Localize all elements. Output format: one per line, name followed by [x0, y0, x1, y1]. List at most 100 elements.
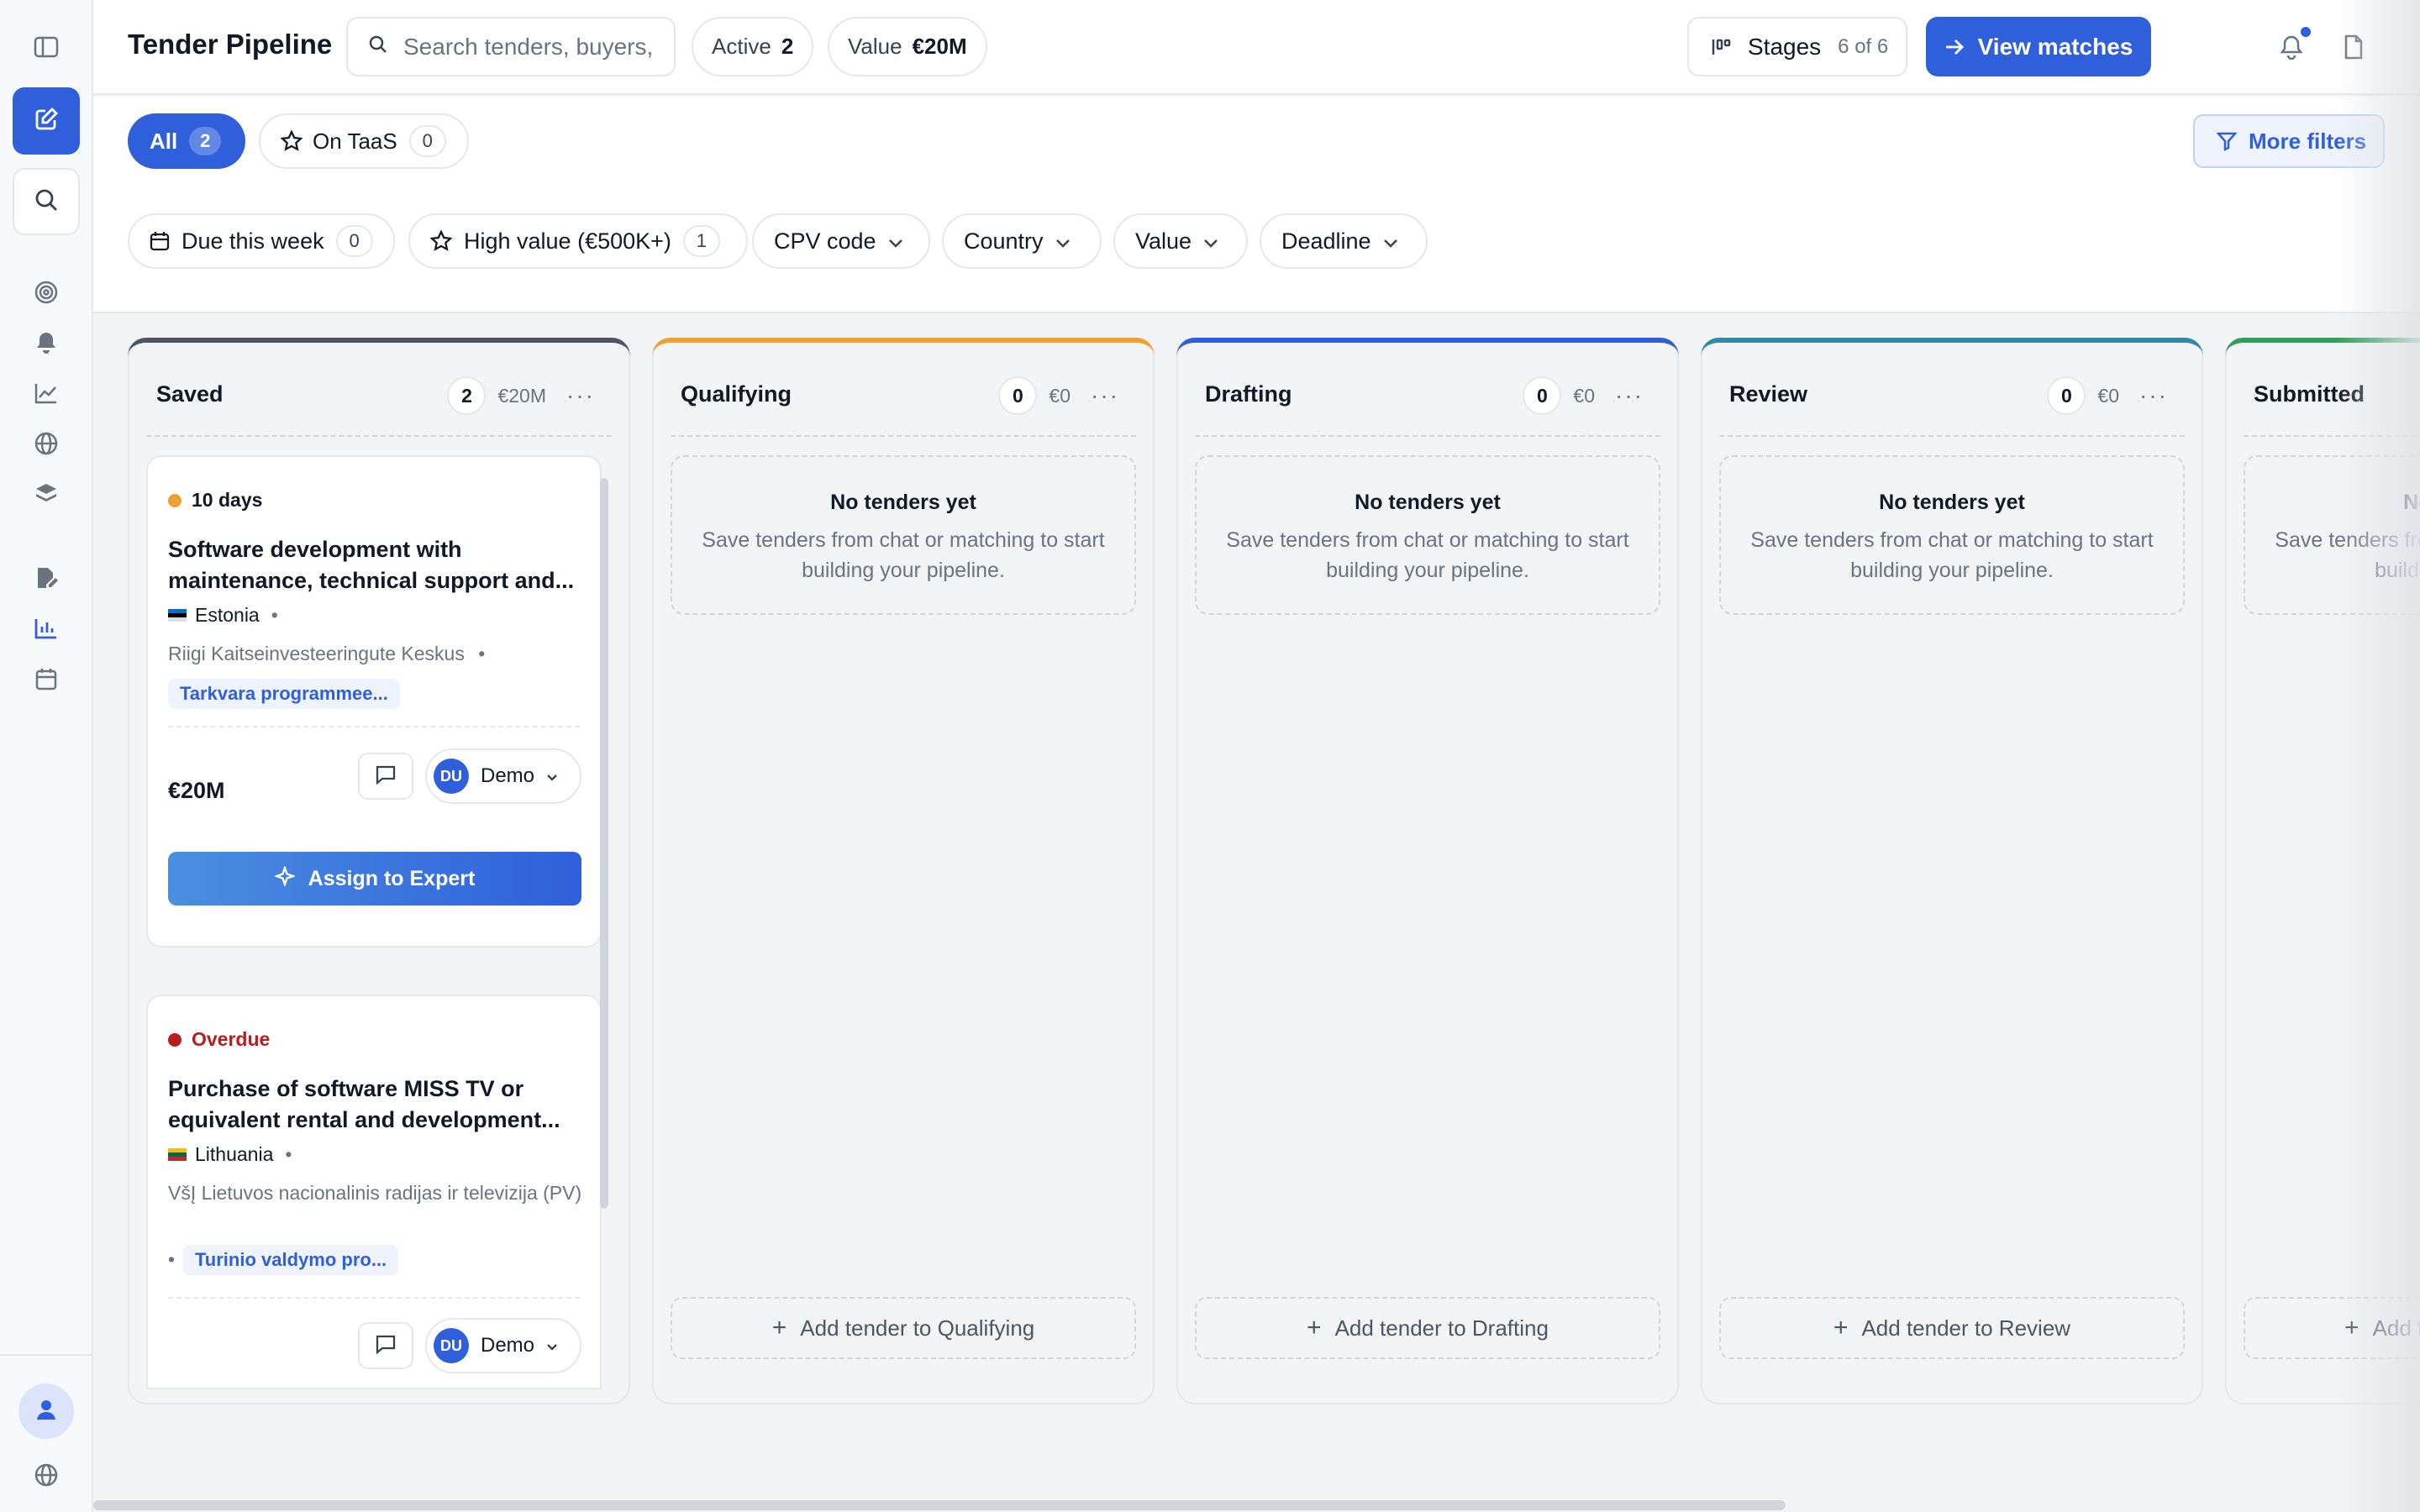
globe-icon[interactable]	[29, 427, 63, 460]
stages-button[interactable]: Stages 6 of 6	[1687, 17, 1907, 76]
add-tender-button[interactable]: + Add tender to Review	[1719, 1297, 2185, 1359]
high-value-count: 1	[682, 225, 720, 257]
more-filters-button[interactable]: More filters	[2193, 114, 2385, 168]
tender-card[interactable]: Overdue Purchase of software MISS TV or …	[146, 995, 602, 1389]
empty-state: No tenders yet Save tenders from chat or…	[1195, 455, 1660, 615]
tab-all[interactable]: All 2	[128, 113, 245, 169]
active-count-pill[interactable]: Active 2	[692, 17, 814, 76]
column-drafting: Drafting 0 €0 ··· No tenders yet Save te…	[1176, 338, 1679, 1404]
comment-icon	[375, 764, 397, 789]
tender-title[interactable]: Software development with maintenance, t…	[168, 534, 588, 596]
stages-count: 6 of 6	[1838, 34, 1889, 58]
empty-state: No tenders yet Save tenders from chat or…	[2244, 455, 2420, 615]
country-dropdown[interactable]: Country	[942, 213, 1102, 269]
tender-title[interactable]: Purchase of software MISS TV or equivale…	[168, 1074, 588, 1136]
column-scrollbar[interactable]	[600, 478, 608, 1209]
calendar-icon[interactable]	[29, 662, 63, 696]
value-pill[interactable]: Value €20M	[828, 17, 987, 76]
chevron-down-icon	[546, 1334, 558, 1357]
bell-icon[interactable]	[29, 326, 63, 360]
add-tender-button[interactable]: + Add tender to Drafting	[1195, 1297, 1660, 1359]
add-tender-button[interactable]: + Add tender to Qualifying	[671, 1297, 1136, 1359]
trend-icon[interactable]	[29, 376, 63, 410]
document-icon[interactable]	[2337, 30, 2370, 64]
column-meta: 2 €20M ···	[447, 376, 595, 415]
more-options-icon[interactable]: ···	[1091, 382, 1119, 409]
column-review: Review 0 €0 ··· No tenders yet Save tend…	[1701, 338, 2203, 1404]
tab-on-taas-count: 0	[408, 125, 446, 157]
due-indicator: Overdue	[168, 1028, 270, 1051]
more-options-icon[interactable]: ···	[566, 382, 595, 409]
column-title: Submitted	[2254, 381, 2365, 407]
due-this-week-count: 0	[335, 225, 373, 257]
high-value-filter[interactable]: High value (€500K+) 1	[408, 213, 748, 269]
avatar: DU	[434, 1328, 469, 1363]
add-tender-button[interactable]: + Add tender to Submitted	[2244, 1297, 2420, 1359]
horizontal-scrollbar[interactable]	[93, 1500, 1786, 1510]
deadline-dropdown[interactable]: Deadline	[1260, 213, 1428, 269]
document-edit-icon[interactable]	[29, 561, 63, 595]
chevron-down-icon	[1055, 228, 1071, 255]
owner-dropdown[interactable]: DU Demo	[425, 748, 581, 804]
owner-name: Demo	[481, 1334, 535, 1357]
layers-icon[interactable]	[29, 477, 63, 511]
target-icon[interactable]	[29, 276, 63, 309]
cpv-code-dropdown[interactable]: CPV code	[752, 213, 930, 269]
assign-to-expert-label: Assign to Expert	[308, 866, 476, 890]
search-input[interactable]	[403, 33, 655, 60]
empty-title: No tenders yet	[1355, 491, 1501, 514]
search-icon	[34, 187, 59, 217]
column-accent-bar	[1176, 338, 1679, 356]
column-meta: 0 €0 ···	[998, 376, 1119, 415]
sidebar-divider	[0, 1354, 93, 1356]
view-matches-button[interactable]: View matches	[1926, 17, 2151, 76]
user-avatar-button[interactable]	[18, 1383, 74, 1439]
comment-button[interactable]	[358, 753, 413, 800]
new-chat-button[interactable]	[13, 87, 80, 155]
empty-title: No tenders yet	[830, 491, 976, 514]
empty-state: No tenders yet Save tenders from chat or…	[671, 455, 1136, 615]
language-globe-icon[interactable]	[29, 1458, 63, 1492]
comment-icon	[375, 1334, 397, 1358]
plus-icon: +	[1307, 1314, 1322, 1341]
active-label: Active	[712, 34, 771, 59]
tender-card[interactable]: 10 days Software development with mainte…	[146, 455, 602, 948]
kanban-board: Saved 2 €20M ··· 10 days Software develo…	[93, 315, 2420, 1512]
column-count: 0	[1523, 376, 1562, 415]
owner-dropdown[interactable]: DU Demo	[425, 1318, 581, 1373]
card-divider	[168, 1297, 580, 1299]
search-button[interactable]	[13, 168, 80, 235]
value-dropdown[interactable]: Value	[1113, 213, 1248, 269]
stages-label: Stages	[1748, 33, 1822, 60]
due-this-week-label: Due this week	[182, 228, 324, 254]
empty-title: No tenders yet	[1879, 491, 2025, 514]
avatar: DU	[434, 759, 469, 794]
tender-country: Lithuania •	[168, 1143, 292, 1166]
empty-subtitle: Save tenders from chat or matching to st…	[1226, 528, 1629, 582]
edit-icon	[34, 107, 59, 136]
column-title: Review	[1729, 381, 1808, 407]
column-divider	[1195, 435, 1660, 437]
tab-on-taas[interactable]: On TaaS 0	[259, 113, 469, 169]
deadline-label: Deadline	[1281, 228, 1371, 254]
more-options-icon[interactable]: ···	[1615, 382, 1644, 409]
star-icon	[430, 230, 452, 252]
plus-icon: +	[2344, 1314, 2360, 1341]
sidebar-toggle-icon[interactable]	[29, 30, 63, 64]
filter-icon	[2217, 131, 2237, 151]
column-qualifying: Qualifying 0 €0 ··· No tenders yet Save …	[652, 338, 1155, 1404]
due-dot	[168, 1032, 182, 1047]
assign-to-expert-button[interactable]: Assign to Expert	[168, 852, 581, 906]
due-this-week-filter[interactable]: Due this week 0	[128, 213, 395, 269]
column-count: 0	[998, 376, 1038, 415]
owner-name: Demo	[481, 764, 535, 787]
card-divider	[168, 726, 580, 727]
search-field[interactable]	[346, 17, 676, 76]
more-options-icon[interactable]: ···	[2139, 382, 2168, 409]
buyer-name: Riigi Kaitseinvesteeringute Keskus	[168, 643, 465, 664]
bar-chart-icon[interactable]	[29, 612, 63, 645]
cpv-tag[interactable]: Turinio valdymo pro...	[183, 1245, 399, 1275]
more-filters-label: More filters	[2249, 128, 2367, 154]
cpv-tag[interactable]: Tarkvara programmee...	[168, 679, 400, 709]
comment-button[interactable]	[358, 1322, 413, 1369]
